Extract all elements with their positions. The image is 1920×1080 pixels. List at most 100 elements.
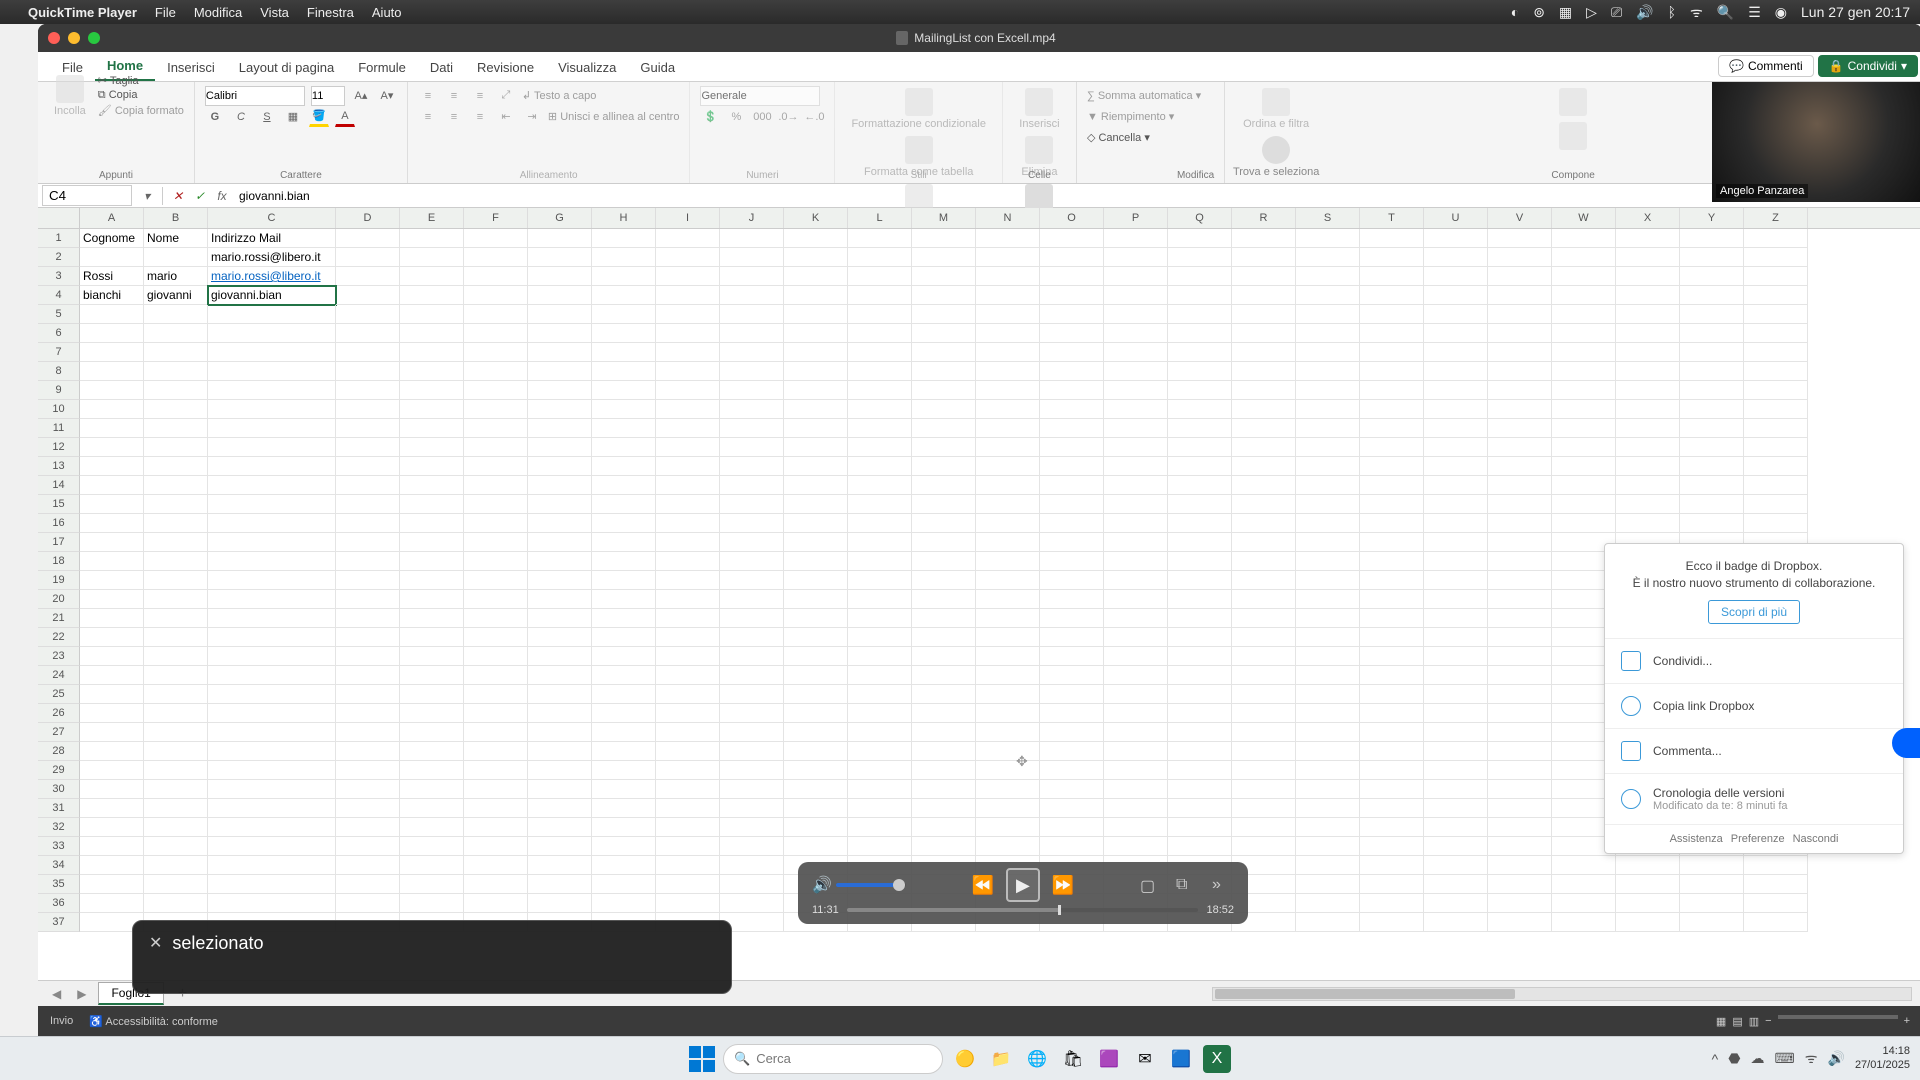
cell[interactable] — [656, 495, 720, 514]
tab-page-layout[interactable]: Layout di pagina — [227, 54, 346, 81]
cell[interactable] — [848, 476, 912, 495]
cell[interactable] — [1104, 761, 1168, 780]
align-top-icon[interactable]: ≡ — [418, 86, 438, 106]
cell[interactable] — [1424, 685, 1488, 704]
cell[interactable] — [464, 742, 528, 761]
cell[interactable] — [656, 780, 720, 799]
row-header[interactable]: 28 — [38, 742, 80, 761]
cell[interactable] — [1168, 514, 1232, 533]
cell[interactable] — [976, 248, 1040, 267]
cell[interactable] — [848, 666, 912, 685]
underline-button[interactable]: S — [257, 107, 277, 127]
cell[interactable] — [848, 609, 912, 628]
cell[interactable] — [784, 837, 848, 856]
row-header[interactable]: 37 — [38, 913, 80, 932]
cell[interactable] — [1360, 723, 1424, 742]
cell[interactable] — [848, 628, 912, 647]
cell[interactable] — [1232, 704, 1296, 723]
cell[interactable] — [1232, 628, 1296, 647]
cell[interactable] — [1488, 381, 1552, 400]
cell[interactable] — [784, 552, 848, 571]
taskbar-zoom-icon[interactable]: 🟦 — [1167, 1045, 1195, 1073]
indent-decrease-icon[interactable]: ⇤ — [496, 107, 516, 127]
cell[interactable] — [464, 248, 528, 267]
cell[interactable] — [464, 324, 528, 343]
increase-font-icon[interactable]: A▴ — [351, 86, 371, 106]
cell[interactable] — [592, 571, 656, 590]
cell[interactable] — [1232, 476, 1296, 495]
cell[interactable] — [848, 723, 912, 742]
cell[interactable] — [400, 495, 464, 514]
cell[interactable] — [1424, 875, 1488, 894]
cell[interactable] — [976, 343, 1040, 362]
cell[interactable] — [144, 476, 208, 495]
cell[interactable] — [1232, 818, 1296, 837]
cell[interactable] — [1552, 286, 1616, 305]
cell[interactable] — [1552, 400, 1616, 419]
cell[interactable] — [1296, 875, 1360, 894]
menubar-bluetooth-icon[interactable]: ᛒ — [1668, 4, 1676, 20]
cell[interactable] — [1360, 799, 1424, 818]
cell[interactable] — [336, 343, 400, 362]
taskbar-chrome-icon[interactable]: 🟡 — [951, 1045, 979, 1073]
row-header[interactable]: 24 — [38, 666, 80, 685]
cell[interactable]: Nome — [144, 229, 208, 248]
cell[interactable] — [592, 324, 656, 343]
cell[interactable] — [1168, 229, 1232, 248]
cell[interactable] — [464, 837, 528, 856]
cell[interactable] — [400, 305, 464, 324]
cell[interactable] — [1168, 837, 1232, 856]
cell[interactable] — [144, 723, 208, 742]
cell[interactable] — [400, 799, 464, 818]
cell[interactable] — [1232, 666, 1296, 685]
font-name-select[interactable] — [205, 86, 305, 106]
cell[interactable] — [336, 666, 400, 685]
column-header[interactable]: E — [400, 208, 464, 228]
cell[interactable] — [1296, 229, 1360, 248]
cell[interactable] — [592, 628, 656, 647]
row-header[interactable]: 16 — [38, 514, 80, 533]
cell[interactable] — [1040, 609, 1104, 628]
cell[interactable] — [1104, 552, 1168, 571]
indent-increase-icon[interactable]: ⇥ — [522, 107, 542, 127]
cell[interactable] — [1168, 780, 1232, 799]
cell[interactable] — [656, 856, 720, 875]
decrease-decimal-icon[interactable]: ←.0 — [804, 107, 824, 127]
cell[interactable] — [912, 343, 976, 362]
cell[interactable] — [848, 571, 912, 590]
cell[interactable] — [80, 590, 144, 609]
cell[interactable] — [336, 571, 400, 590]
cell[interactable] — [1040, 267, 1104, 286]
cell[interactable] — [976, 229, 1040, 248]
cell[interactable] — [1488, 343, 1552, 362]
tray-clock[interactable]: 14:18 27/01/2025 — [1855, 1045, 1910, 1071]
cell[interactable] — [720, 552, 784, 571]
cell[interactable] — [1744, 476, 1808, 495]
cell[interactable] — [528, 628, 592, 647]
cell[interactable] — [528, 818, 592, 837]
dropbox-learn-more-button[interactable]: Scopri di più — [1708, 600, 1800, 625]
cell[interactable] — [1360, 704, 1424, 723]
cell[interactable] — [1040, 457, 1104, 476]
row-header[interactable]: 29 — [38, 761, 80, 780]
cell[interactable] — [1232, 761, 1296, 780]
align-right-icon[interactable]: ≡ — [470, 107, 490, 127]
cell[interactable] — [912, 723, 976, 742]
cell[interactable] — [976, 381, 1040, 400]
cell[interactable] — [912, 761, 976, 780]
column-header[interactable]: L — [848, 208, 912, 228]
cell[interactable] — [528, 495, 592, 514]
cell[interactable] — [464, 381, 528, 400]
taskbar-search[interactable]: 🔍 Cerca — [723, 1044, 943, 1074]
cell[interactable] — [784, 457, 848, 476]
cell[interactable] — [1488, 514, 1552, 533]
cell[interactable] — [784, 685, 848, 704]
cell[interactable] — [1424, 780, 1488, 799]
menubar-edit[interactable]: Modifica — [194, 5, 242, 20]
cell[interactable] — [144, 438, 208, 457]
cell[interactable] — [208, 704, 336, 723]
cell[interactable] — [912, 609, 976, 628]
row-header[interactable]: 22 — [38, 628, 80, 647]
cell[interactable] — [1744, 457, 1808, 476]
cell[interactable] — [400, 818, 464, 837]
